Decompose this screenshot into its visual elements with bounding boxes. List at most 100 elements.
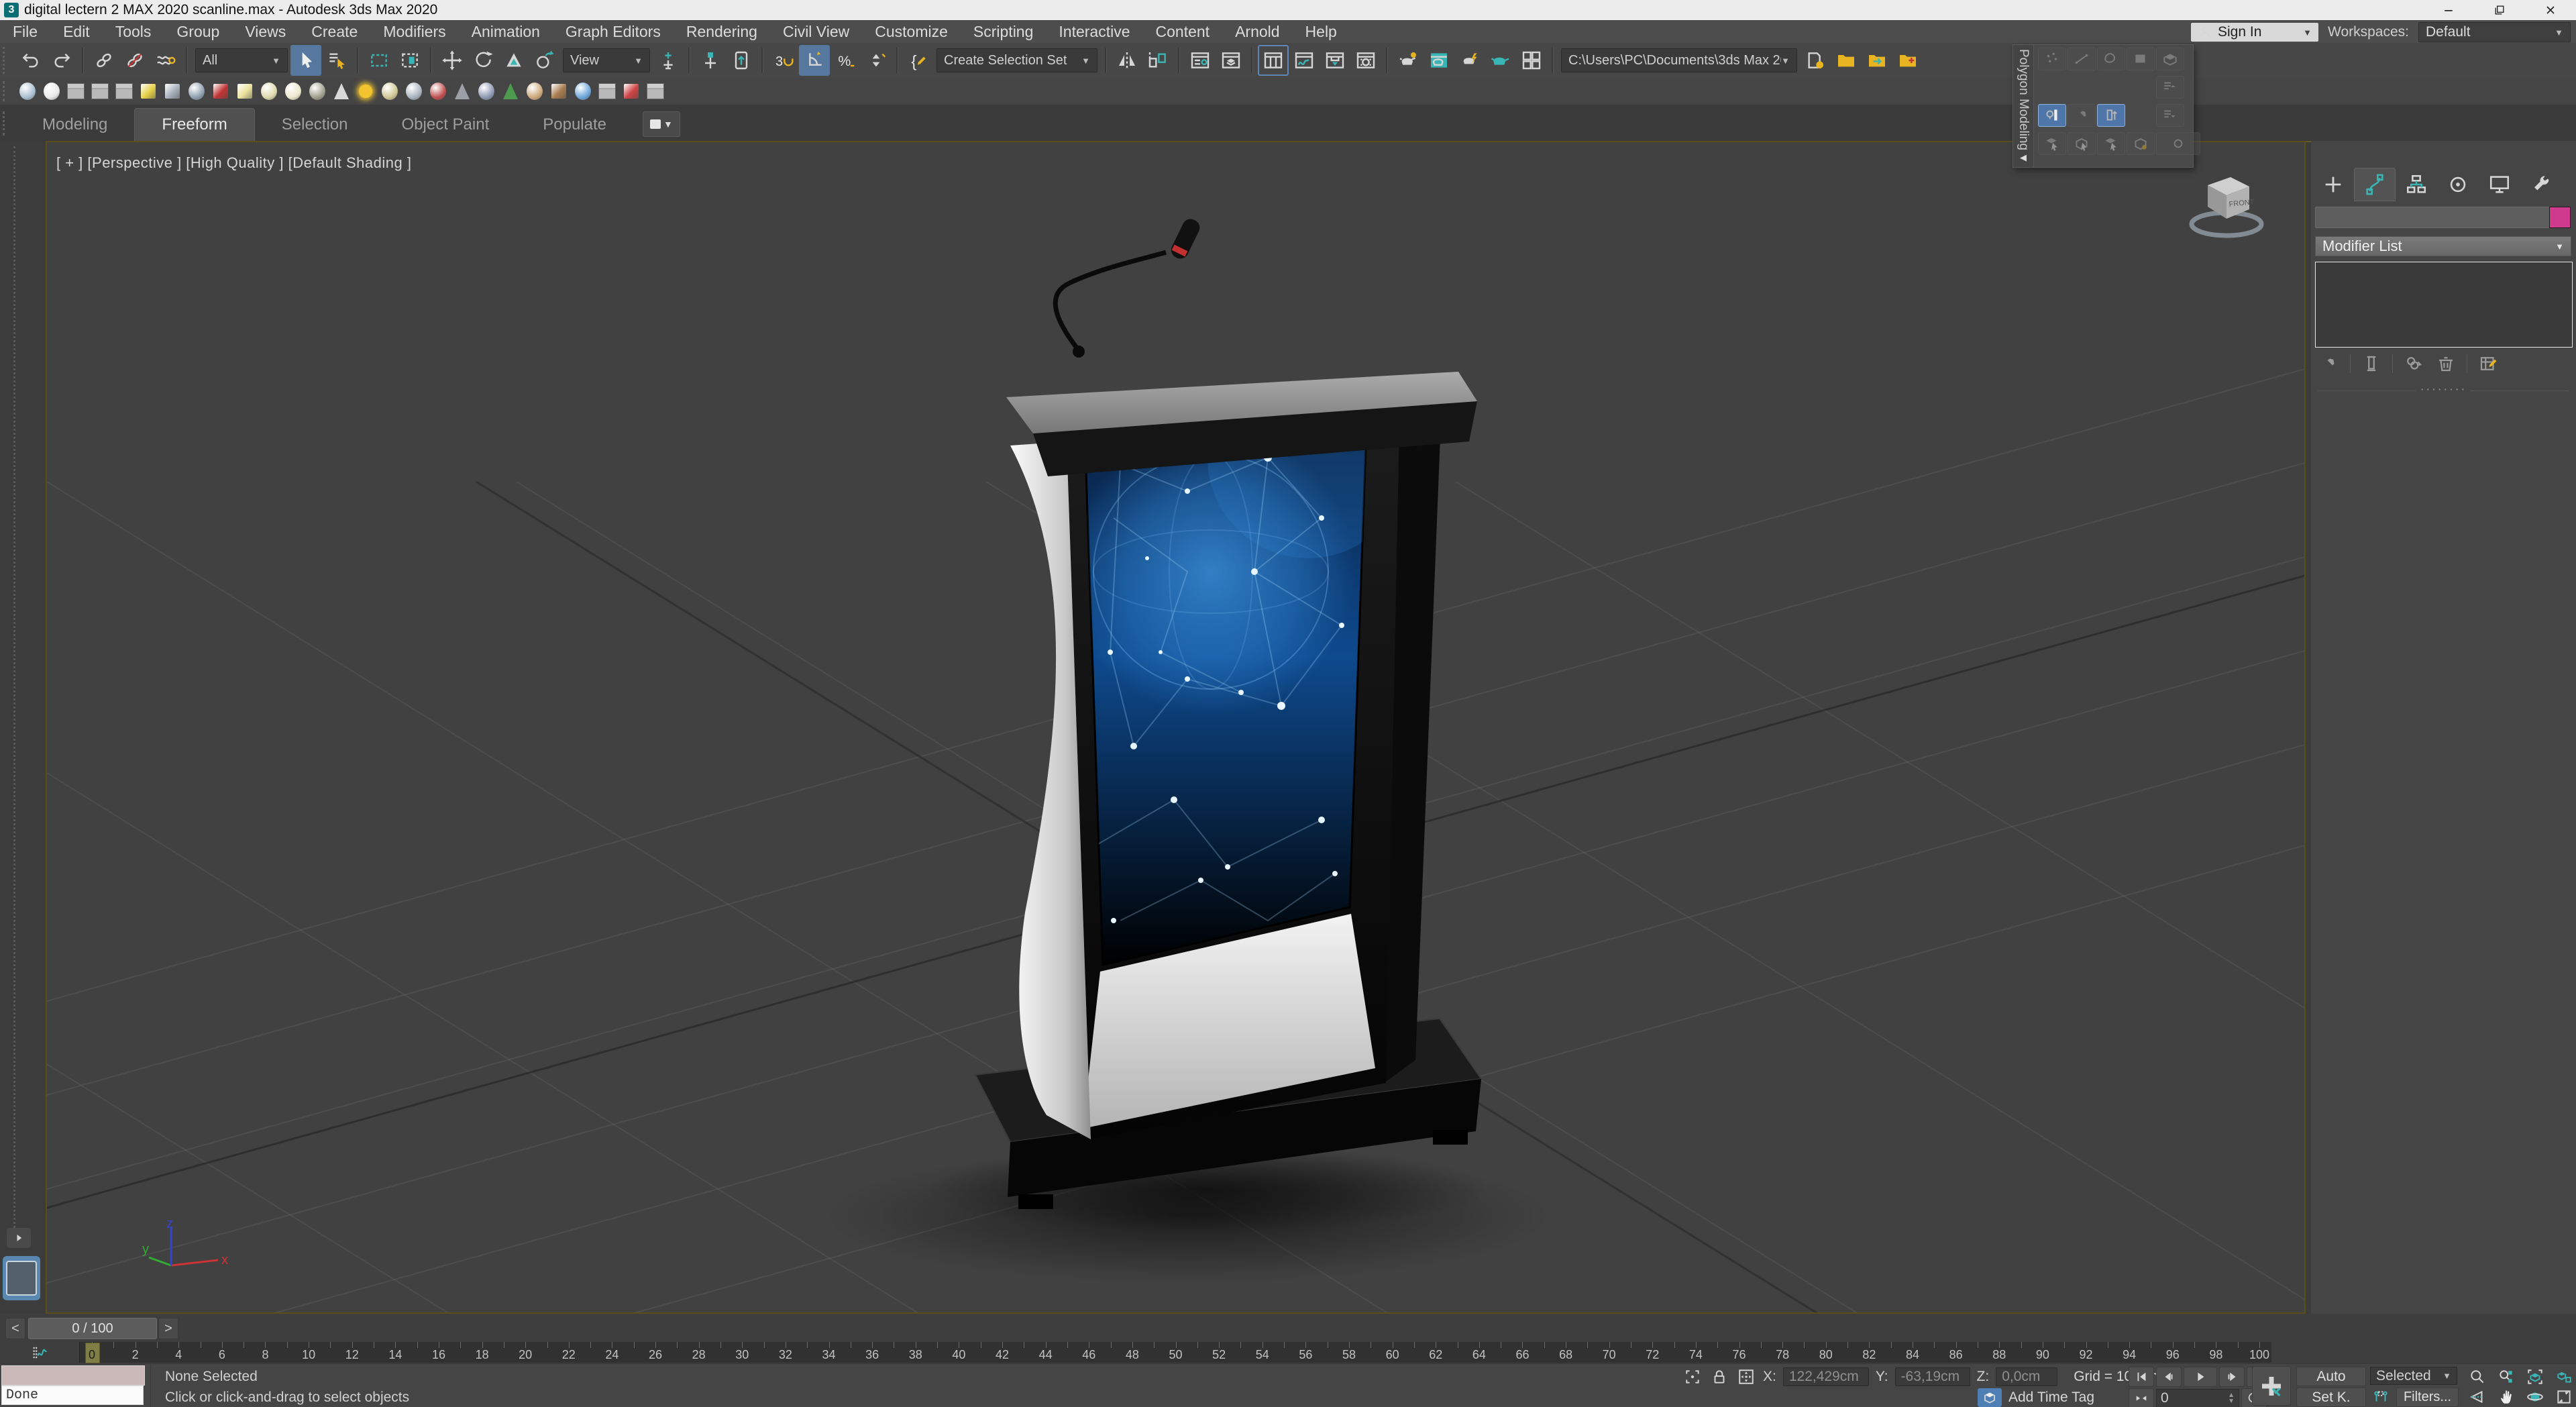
object-color-swatch[interactable] — [2549, 207, 2571, 228]
select-object-icon[interactable] — [290, 45, 321, 76]
ignore-backfacing-button[interactable] — [2038, 132, 2066, 155]
select-by-name-icon[interactable] — [321, 45, 352, 76]
toolbar-grip[interactable] — [3, 47, 11, 74]
pin-project-folder-icon[interactable] — [1892, 45, 1923, 76]
zoom-button[interactable] — [2463, 1367, 2491, 1386]
render-window-icon[interactable] — [64, 80, 88, 103]
rollout-separator[interactable] — [2318, 390, 2569, 391]
ribbon-tab-object-paint[interactable]: Object Paint — [375, 109, 517, 141]
command-tab-motion[interactable] — [2437, 168, 2479, 201]
bind-to-space-warp-icon[interactable] — [150, 45, 181, 76]
viewport-label[interactable]: [ + ] [Perspective ] [High Quality ] [De… — [56, 154, 411, 172]
angle-snap-toggle-icon[interactable] — [799, 45, 830, 76]
command-tab-display[interactable] — [2479, 168, 2520, 201]
reference-folder-icon[interactable] — [1862, 45, 1892, 76]
obx-map-icon[interactable] — [547, 80, 571, 103]
tower-icon[interactable] — [450, 80, 474, 103]
rect-light-icon[interactable] — [233, 80, 257, 103]
camera-dome-icon[interactable] — [184, 80, 209, 103]
key-filters-icon[interactable] — [2370, 1388, 2392, 1406]
show-cage-toggle-button[interactable] — [2097, 104, 2125, 127]
grass-icon[interactable] — [498, 80, 523, 103]
render-presets-icon[interactable] — [1516, 45, 1547, 76]
by-vertex-button[interactable] — [2097, 132, 2125, 155]
perspective-viewport[interactable]: [ + ] [Perspective ] [High Quality ] [De… — [46, 141, 2306, 1314]
menu-rendering[interactable]: Rendering — [674, 20, 770, 43]
edge-mode-button[interactable] — [2068, 48, 2096, 70]
pan-view-button[interactable] — [2492, 1387, 2520, 1406]
workspace-dropdown[interactable]: Default ▼ — [2418, 22, 2571, 42]
hair-fur-icon[interactable] — [523, 80, 547, 103]
layout-tabs-flyout-button[interactable] — [7, 1228, 31, 1248]
search-panel-icon[interactable] — [595, 80, 619, 103]
align-icon[interactable] — [1142, 45, 1173, 76]
remove-modifier-button[interactable] — [2432, 352, 2460, 376]
undo-icon[interactable] — [15, 45, 46, 76]
command-tab-hierarchy[interactable] — [2396, 168, 2437, 201]
percent-snap-toggle-icon[interactable]: % — [830, 45, 861, 76]
zoom-all-button[interactable] — [2492, 1367, 2520, 1386]
object-name-field[interactable] — [2315, 207, 2550, 228]
camera-icon[interactable] — [160, 80, 184, 103]
spinner-icon[interactable]: ▲ ▼ — [2228, 1392, 2235, 1405]
auto-key-button[interactable]: Auto — [2296, 1367, 2366, 1386]
zoom-extents-selected-button[interactable] — [2521, 1367, 2549, 1386]
menu-modifiers[interactable]: Modifiers — [370, 20, 458, 43]
snap-toggle-3d-icon[interactable]: 3 — [768, 45, 799, 76]
asset-tracking-icon[interactable] — [1800, 45, 1831, 76]
go-to-start-button[interactable] — [2129, 1367, 2154, 1387]
sphere-blue-icon[interactable] — [571, 80, 595, 103]
minimize-button[interactable] — [2423, 0, 2474, 20]
project-folder-dropdown[interactable]: C:\Users\PC\Documents\3ds Max 2020 ▼ — [1561, 48, 1797, 72]
pin-stack-toggle-button[interactable] — [2068, 104, 2096, 127]
field-of-view-button[interactable] — [2463, 1387, 2491, 1406]
command-tab-create[interactable] — [2312, 168, 2354, 201]
menu-customize[interactable]: Customize — [862, 20, 961, 43]
key-mode-toggle[interactable] — [2129, 1388, 2154, 1407]
filters-button[interactable]: Filters... — [2396, 1388, 2459, 1407]
command-tab-utilities[interactable] — [2520, 168, 2562, 201]
shaded-face-toggle-button[interactable] — [2127, 132, 2155, 155]
toggle-scene-explorer-icon[interactable] — [1185, 45, 1216, 76]
panel-list-icon[interactable] — [643, 80, 667, 103]
toggle-layer-explorer-icon[interactable] — [1216, 45, 1246, 76]
close-button[interactable] — [2525, 0, 2576, 20]
pin-stack-button[interactable] — [2315, 352, 2343, 376]
border-mode-button[interactable] — [2097, 48, 2125, 70]
render-in-cloud-icon[interactable] — [1454, 45, 1485, 76]
select-and-manipulate-icon[interactable] — [695, 45, 726, 76]
y-coordinate-field[interactable]: -63,19cm — [1894, 1367, 1970, 1386]
select-and-move-icon[interactable] — [437, 45, 468, 76]
capsules-icon[interactable] — [426, 80, 450, 103]
menu-views[interactable]: Views — [232, 20, 299, 43]
render-setup-icon[interactable] — [1393, 45, 1424, 76]
listener-status[interactable]: Done — [1, 1386, 144, 1405]
maxscript-mini-listener[interactable] — [1, 1365, 145, 1386]
time-tag-cube-icon[interactable] — [1978, 1388, 2002, 1407]
rectangular-selection-region-icon[interactable] — [364, 45, 394, 76]
element-mode-button[interactable] — [2156, 48, 2184, 70]
timeline-ruler[interactable]: 0 2 4 6 8 10 12 14 16 18 20 22 24 26 28 30 32 34 36 38 40 42 4… — [79, 1342, 2271, 1363]
ribbon-tab-selection[interactable]: Selection — [255, 109, 375, 141]
polygon-mode-button[interactable] — [2127, 48, 2155, 70]
ribbon-tab-freeform[interactable]: Freeform — [134, 108, 255, 141]
mesh-sphere-icon[interactable] — [305, 80, 329, 103]
next-frame-button[interactable] — [2219, 1367, 2245, 1387]
select-and-scale-icon[interactable] — [498, 45, 529, 76]
window-crossing-toggle-icon[interactable] — [394, 45, 425, 76]
next-frame-arrow[interactable]: > — [158, 1318, 178, 1339]
window-columns-icon[interactable] — [112, 80, 136, 103]
current-frame-field[interactable]: 0 ▲ ▼ — [2156, 1389, 2239, 1407]
window-list-icon[interactable] — [88, 80, 112, 103]
egg-light-icon[interactable] — [257, 80, 281, 103]
curve-editor-icon[interactable] — [1289, 45, 1320, 76]
spray-particles-icon[interactable] — [402, 80, 426, 103]
toolbar-grip[interactable] — [3, 81, 11, 101]
ribbon-options-button[interactable]: ▼ — [642, 111, 680, 137]
menu-help[interactable]: Help — [1293, 20, 1350, 43]
menu-graph-editors[interactable]: Graph Editors — [553, 20, 674, 43]
layout-tab-active[interactable] — [3, 1256, 40, 1300]
menu-arnold[interactable]: Arnold — [1222, 20, 1292, 43]
make-unique-button[interactable] — [2400, 352, 2428, 376]
sign-in-button[interactable]: Sign In ▼ — [2191, 23, 2318, 42]
